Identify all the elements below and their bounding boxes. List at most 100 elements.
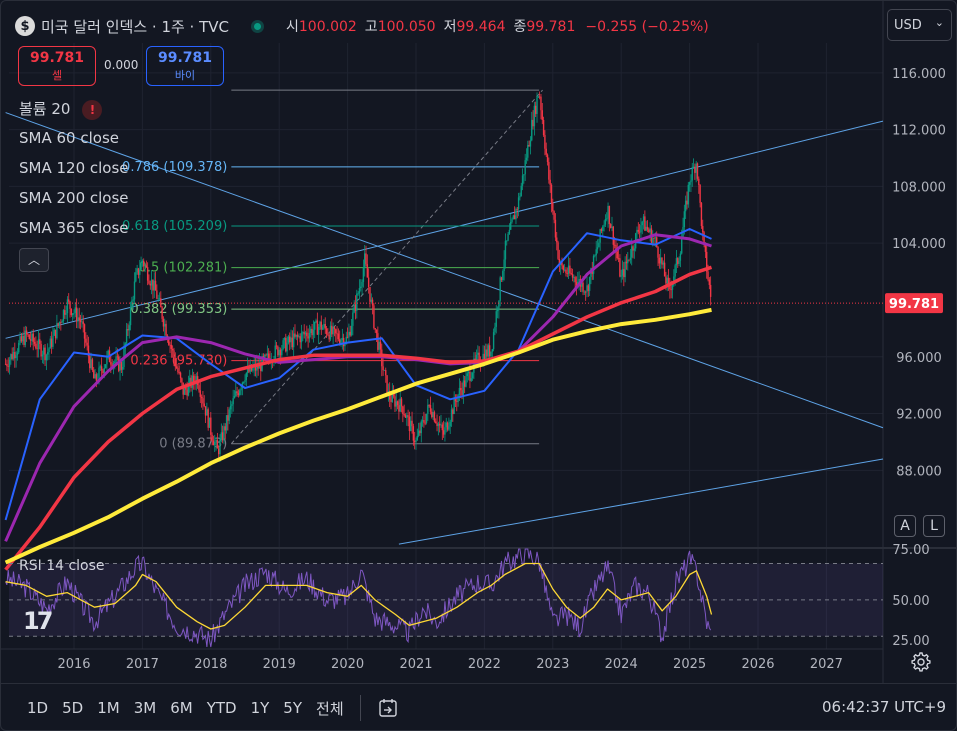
candle-body: [486, 349, 488, 357]
candle-body: [461, 390, 463, 396]
auto-scale-button[interactable]: A: [894, 515, 916, 537]
timeframe-3m[interactable]: 3M: [134, 699, 157, 717]
candle-body: [691, 167, 693, 181]
candle-body: [428, 404, 430, 406]
indicator-volume[interactable]: 볼륨 20!: [19, 98, 103, 120]
market-status-icon: [251, 19, 264, 33]
chart-svg[interactable]: 0 (89.873)0.236 (95.730)0.382 (99.353)0.…: [1, 1, 957, 683]
timeframe-1d[interactable]: 1D: [27, 699, 48, 717]
price-axis[interactable]: 99.781 116.000 112.000 108.000 104.000 96.000…: [885, 67, 946, 480]
symbol-title[interactable]: 미국 달러 인덱스 · 1주 · TVC: [41, 16, 229, 37]
candle-body: [133, 281, 136, 300]
time-tick-label: 2026: [741, 657, 774, 672]
timeframe-ytd[interactable]: YTD: [207, 699, 237, 717]
candle-body: [625, 261, 628, 264]
indicator-sma120[interactable]: SMA 120 close: [19, 159, 129, 177]
candle-body: [425, 413, 428, 423]
buy-button[interactable]: 99.781 바이: [146, 46, 224, 86]
time-tick-label: 2023: [536, 657, 569, 672]
candle-body: [386, 375, 388, 395]
fibonacci-retracement[interactable]: 0 (89.873)0.236 (95.730)0.382 (99.353)0.…: [122, 89, 543, 452]
candle-body: [216, 439, 219, 449]
candle-body: [462, 380, 465, 396]
candle-body: [199, 390, 201, 397]
timeframe-5y[interactable]: 5Y: [283, 699, 302, 717]
price-tick-label: 96.000: [896, 351, 942, 366]
indicator-sma200[interactable]: SMA 200 close: [19, 189, 129, 207]
indicator-sma365[interactable]: SMA 365 close: [19, 219, 129, 237]
currency-value: USD: [894, 18, 922, 33]
candle-body: [102, 370, 104, 374]
warning-icon[interactable]: !: [82, 99, 103, 120]
candle-body: [557, 242, 559, 259]
candle-body: [419, 430, 421, 434]
candle-body: [373, 305, 375, 329]
timeframe-1y[interactable]: 1Y: [251, 699, 270, 717]
candle-body: [638, 231, 641, 233]
collapse-legend-button[interactable]: ︿: [19, 248, 49, 272]
sell-button[interactable]: 99.781 셀: [18, 46, 96, 86]
candle-body: [331, 325, 333, 335]
timeframe-1m[interactable]: 1M: [97, 699, 120, 717]
candle-body: [303, 332, 305, 335]
settings-icon[interactable]: [911, 652, 931, 672]
candle-body: [365, 253, 367, 265]
candle-body: [329, 325, 332, 340]
candle-body: [487, 345, 490, 357]
timeframe-6m[interactable]: 6M: [170, 699, 193, 717]
clock[interactable]: 06:42:37 UTC+9: [822, 698, 946, 716]
candle-body: [289, 336, 291, 343]
sma-line-4: [4, 307, 712, 565]
price-tick-label: 104.000: [892, 237, 946, 252]
candle-body: [83, 324, 86, 339]
candle-body: [608, 205, 611, 225]
candle-body: [356, 293, 358, 311]
candle-body: [620, 275, 622, 277]
candle-body: [607, 205, 609, 219]
candle-body: [206, 409, 208, 416]
candle-body: [298, 336, 300, 338]
candle-body: [339, 339, 341, 344]
candle-body: [681, 238, 683, 254]
candle-body: [545, 148, 547, 155]
candle-body: [377, 333, 379, 350]
candle-body: [619, 258, 621, 277]
indicator-sma60[interactable]: SMA 60 close: [19, 129, 119, 147]
candle-body: [143, 260, 145, 267]
candle-body: [28, 334, 30, 340]
candle-body: [290, 337, 292, 343]
candle-body: [144, 265, 146, 267]
currency-selector[interactable]: USD ⌄: [887, 9, 952, 41]
candle-body: [437, 423, 440, 426]
candle-body: [488, 345, 491, 357]
candle-body: [15, 355, 17, 359]
candle-body: [666, 277, 668, 284]
bottom-toolbar: 1D 5D 1M 3M 6M YTD 1Y 5Y 전체 06:42:37 UTC…: [1, 683, 956, 730]
buy-price: 99.781: [157, 50, 213, 66]
candle-body: [628, 259, 630, 261]
candle-body: [35, 343, 37, 349]
candle-body: [546, 154, 549, 162]
candle-body: [278, 349, 280, 356]
time-tick-label: 2020: [331, 657, 364, 672]
high-value: 100.050: [377, 19, 436, 35]
candle-body: [208, 417, 211, 428]
time-axis[interactable]: 2016 2017 2018 2019 2020 2021 2022 2023 2024 2025…: [57, 657, 842, 672]
calendar-goto-icon[interactable]: [377, 697, 399, 719]
candle-body: [274, 345, 276, 359]
candle-body: [39, 339, 41, 344]
candle-body: [431, 411, 433, 418]
symbol-header: $ 미국 달러 인덱스 · 1주 · TVC 시100.002 고100.050 저…: [15, 11, 709, 41]
candle-body: [361, 281, 363, 287]
sma-line-2: [4, 233, 712, 542]
candle-body: [398, 405, 400, 412]
candle-body: [90, 359, 92, 369]
candle-body: [328, 334, 330, 340]
timeframe-5d[interactable]: 5D: [62, 699, 83, 717]
log-scale-button[interactable]: L: [923, 515, 945, 537]
candle-body: [352, 312, 354, 326]
candle-body: [375, 329, 378, 334]
timeframe-all[interactable]: 전체: [316, 698, 344, 719]
candle-body: [523, 174, 525, 176]
indicator-rsi[interactable]: RSI 14 close: [19, 558, 105, 574]
